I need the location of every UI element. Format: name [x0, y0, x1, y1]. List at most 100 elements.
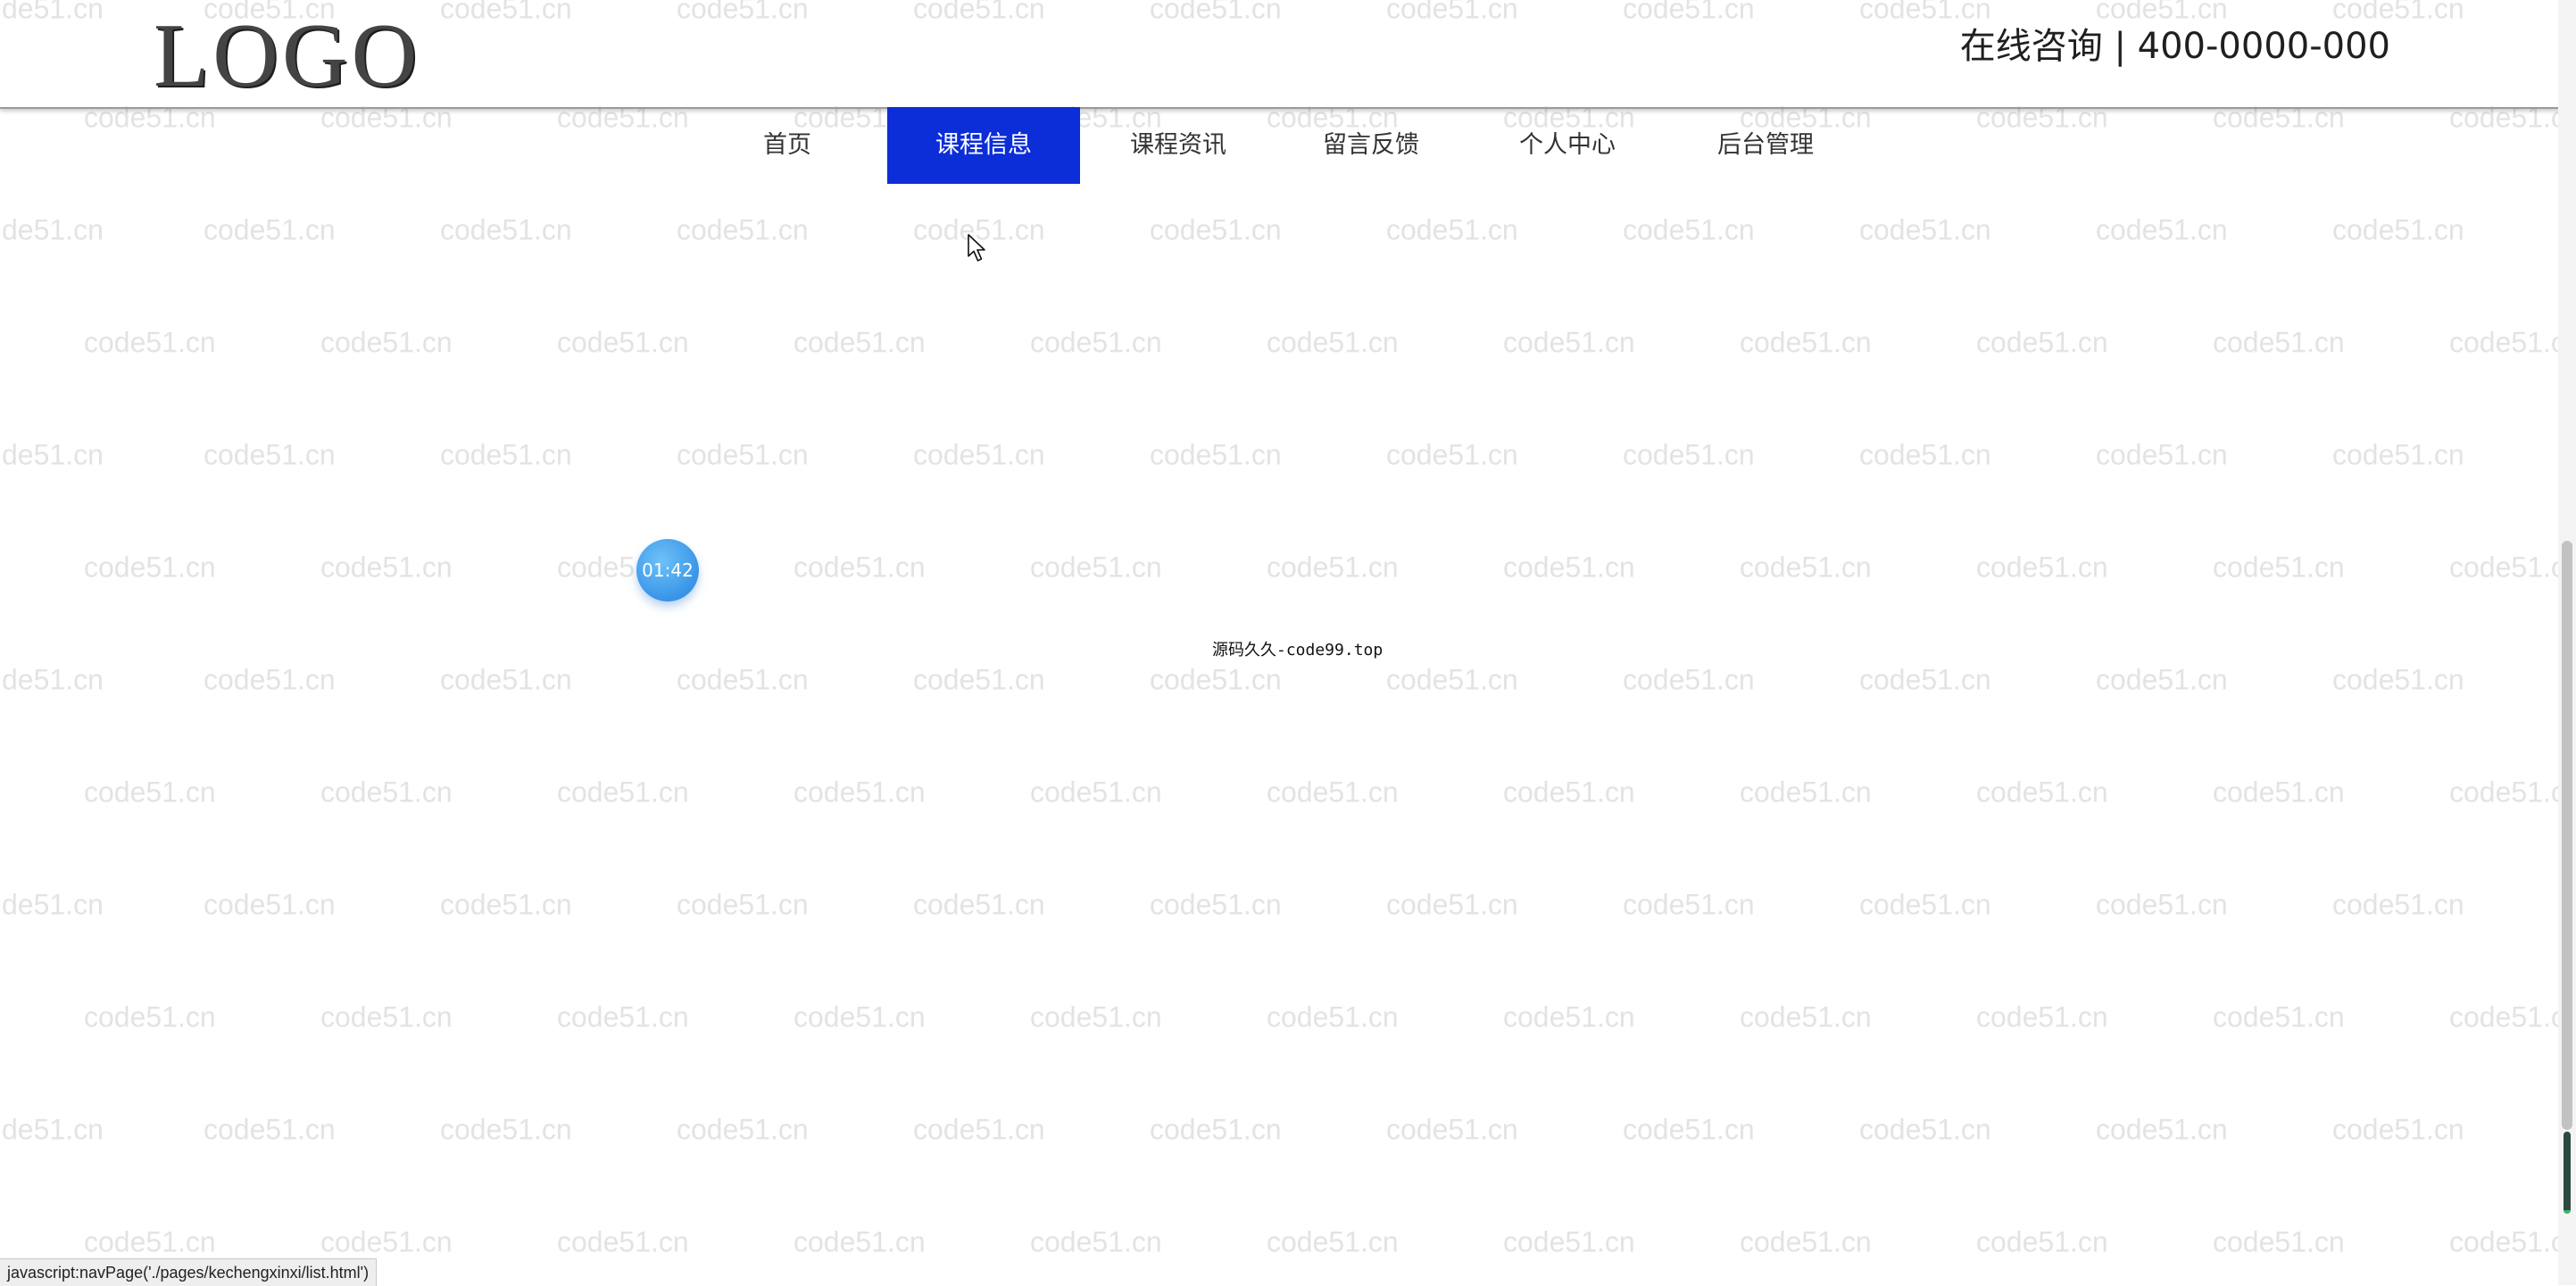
watermark-text: code51.cn — [1267, 551, 1399, 584]
watermark-text: code51.cn — [913, 663, 1045, 696]
watermark-text: code51.cn — [677, 663, 809, 696]
watermark-text: code51.cn — [1386, 438, 1518, 471]
watermark-text: code51.cn — [440, 1113, 572, 1146]
watermark-text: code51.cn — [2332, 213, 2464, 246]
watermark-text: code51.cn — [2096, 663, 2228, 696]
watermark-text: code51.cn — [1623, 438, 1755, 471]
watermark-text: code51.cn — [1976, 1225, 2108, 1258]
watermark-text: code51.cn — [677, 888, 809, 921]
watermark-text: code51.cn — [1150, 213, 1282, 246]
nav-item-home[interactable]: 首页 — [691, 107, 884, 184]
watermark-text: code51.cn — [2332, 1113, 2464, 1146]
watermark-text: code51.cn — [204, 888, 336, 921]
watermark-text: code51.cn — [2096, 438, 2228, 471]
watermark-text: code51.cn — [84, 1000, 216, 1033]
watermark-text: code51.cn — [2213, 326, 2345, 359]
site-logo[interactable]: LOGO — [154, 7, 420, 105]
watermark-text: code51.cn — [794, 1225, 926, 1258]
watermark-text: code51.cn — [1623, 663, 1755, 696]
watermark-text: code51.cn — [1740, 1000, 1872, 1033]
watermark-text: code51.cn — [1859, 888, 1991, 921]
watermark-text: code51.cn — [2449, 551, 2576, 584]
watermark-text: code51.cn — [1150, 438, 1282, 471]
watermark-text: code51.cn — [1859, 438, 1991, 471]
countdown-timer-bubble[interactable]: 01:42 — [636, 539, 699, 602]
watermark-text: code51.cn — [2213, 1000, 2345, 1033]
watermark-text: code51.cn — [913, 1113, 1045, 1146]
mouse-pointer-icon — [968, 234, 987, 266]
watermark-text: code51.cn — [2096, 213, 2228, 246]
nav-item-admin[interactable]: 后台管理 — [1669, 107, 1862, 184]
watermark-text: code51.cn — [1150, 1113, 1282, 1146]
watermark-text: code51.cn — [1386, 663, 1518, 696]
main-nav: 首页 课程信息 课程资讯 留言反馈 个人中心 后台管理 — [0, 107, 2576, 184]
watermark-text: code51.cn — [204, 438, 336, 471]
watermark-text: code51.cn — [1859, 213, 1991, 246]
watermark-text: code51.cn — [2449, 326, 2576, 359]
watermark-text: code51.cn — [1030, 1225, 1162, 1258]
watermark-text: code51.cn — [913, 888, 1045, 921]
watermark-text: code51.cn — [557, 776, 689, 809]
watermark-text: code51.cn — [1386, 213, 1518, 246]
watermark-text: code51.cn — [794, 776, 926, 809]
watermark-text: code51.cn — [1503, 776, 1635, 809]
watermark-text: code51.cn — [1976, 326, 2108, 359]
watermark-text: code51.cn — [2332, 888, 2464, 921]
watermark-text: code51.cn — [2213, 1225, 2345, 1258]
nav-item-feedback[interactable]: 留言反馈 — [1275, 107, 1467, 184]
watermark-text: de51.cn — [2, 438, 104, 471]
nav-item-profile[interactable]: 个人中心 — [1471, 107, 1664, 184]
watermark-text: code51.cn — [84, 1225, 216, 1258]
watermark-text: code51.cn — [1740, 326, 1872, 359]
watermark-text: code51.cn — [320, 326, 453, 359]
watermark-text: code51.cn — [1503, 1000, 1635, 1033]
nav-item-course-info[interactable]: 课程信息 — [887, 107, 1080, 184]
watermark-text: code51.cn — [2449, 1000, 2576, 1033]
watermark-text: code51.cn — [2449, 1225, 2576, 1258]
watermark-text: code51.cn — [1623, 888, 1755, 921]
watermark-text: code51.cn — [84, 326, 216, 359]
scrollbar-bottom-indicator — [2564, 1132, 2571, 1214]
watermark-text: code51.cn — [440, 888, 572, 921]
page-scrollbar[interactable] — [2558, 0, 2576, 1285]
nav-item-course-news[interactable]: 课程资讯 — [1082, 107, 1275, 184]
watermark-text: code51.cn — [1976, 776, 2108, 809]
watermark-text: code51.cn — [1623, 213, 1755, 246]
consult-phone: 在线咨询 | 400-0000-000 — [1959, 26, 2390, 67]
watermark-text: code51.cn — [1267, 1225, 1399, 1258]
watermark-text: code51.cn — [2332, 438, 2464, 471]
watermark-text: code51.cn — [320, 551, 453, 584]
watermark-text: code51.cn — [440, 213, 572, 246]
watermark-text: code51.cn — [440, 663, 572, 696]
watermark-text: de51.cn — [2, 663, 104, 696]
watermark-text: code51.cn — [204, 663, 336, 696]
watermark-text: code51.cn — [1623, 1113, 1755, 1146]
browser-status-bar: javascript:navPage('./pages/kechengxinxi… — [0, 1258, 378, 1286]
watermark-text: code51.cn — [1150, 888, 1282, 921]
watermark-text: code51.cn — [1740, 551, 1872, 584]
watermark-text: code51.cn — [1267, 776, 1399, 809]
watermark-text: code51.cn — [677, 438, 809, 471]
watermark-text: code51.cn — [1740, 776, 1872, 809]
watermark-text: code51.cn — [1267, 326, 1399, 359]
site-header: LOGO 在线咨询 | 400-0000-000 — [0, 0, 2576, 109]
watermark-text: code51.cn — [557, 326, 689, 359]
watermark-text: code51.cn — [84, 551, 216, 584]
watermark-text: code51.cn — [1030, 776, 1162, 809]
watermark-text: code51.cn — [677, 1113, 809, 1146]
watermark-text: code51.cn — [1030, 551, 1162, 584]
scrollbar-thumb[interactable] — [2562, 541, 2572, 1130]
watermark-text: code51.cn — [1030, 1000, 1162, 1033]
watermark-text: code51.cn — [1740, 1225, 1872, 1258]
watermark-text: code51.cn — [320, 776, 453, 809]
watermark-text: code51.cn — [84, 776, 216, 809]
watermark-text: code51.cn — [2096, 1113, 2228, 1146]
watermark-text: de51.cn — [2, 888, 104, 921]
watermark-text: code51.cn — [1503, 1225, 1635, 1258]
watermark-text: code51.cn — [2449, 776, 2576, 809]
watermark-text: code51.cn — [1386, 1113, 1518, 1146]
watermark-text: code51.cn — [1503, 326, 1635, 359]
watermark-text: code51.cn — [2332, 663, 2464, 696]
watermark-text: code51.cn — [1976, 1000, 2108, 1033]
watermark-text: code51.cn — [1976, 551, 2108, 584]
